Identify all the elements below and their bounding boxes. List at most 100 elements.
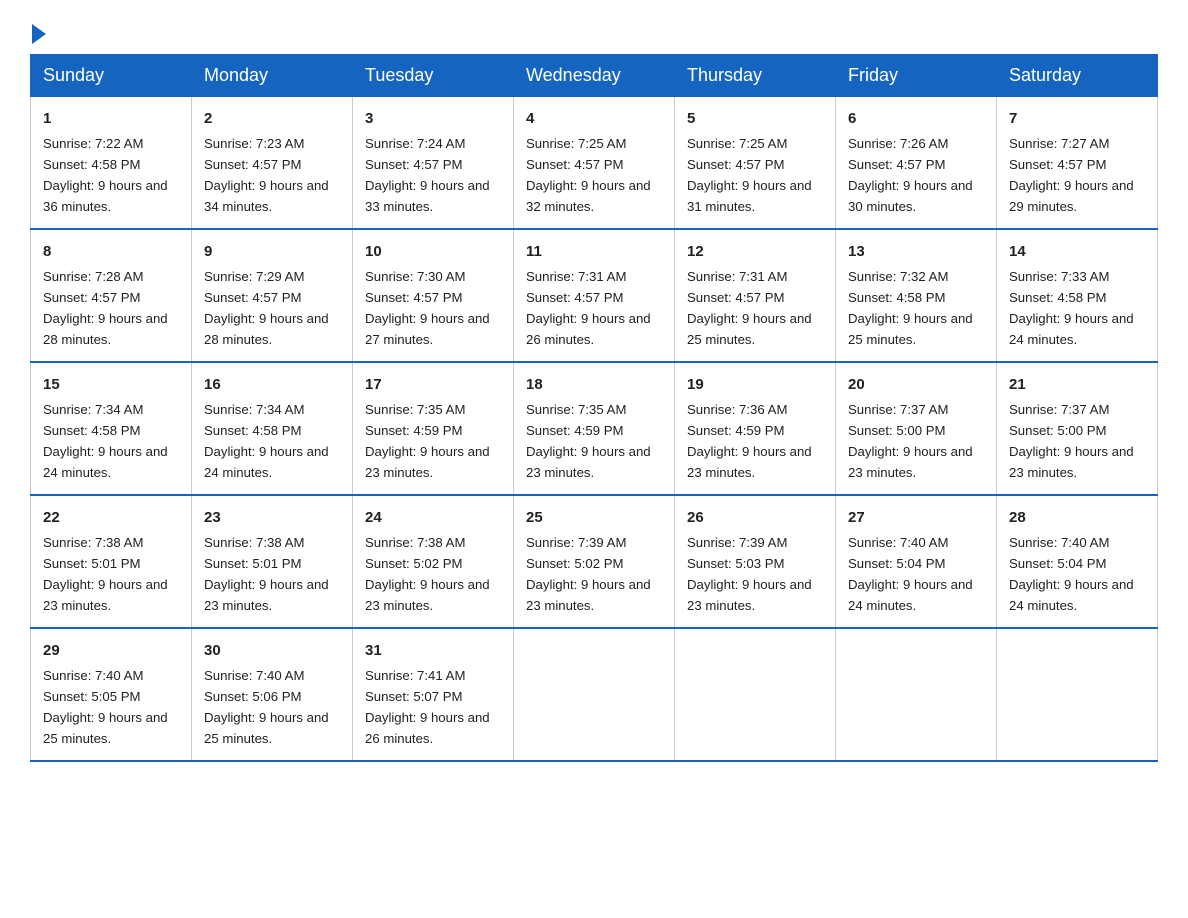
calendar-week-row: 15 Sunrise: 7:34 AMSunset: 4:58 PMDaylig… bbox=[31, 362, 1158, 495]
weekday-header-tuesday: Tuesday bbox=[353, 55, 514, 97]
day-number: 6 bbox=[848, 107, 984, 130]
day-number: 9 bbox=[204, 240, 340, 263]
day-number: 22 bbox=[43, 506, 179, 529]
day-number: 20 bbox=[848, 373, 984, 396]
day-number: 28 bbox=[1009, 506, 1145, 529]
day-number: 31 bbox=[365, 639, 501, 662]
calendar-cell: 9 Sunrise: 7:29 AMSunset: 4:57 PMDayligh… bbox=[192, 229, 353, 362]
calendar-cell: 18 Sunrise: 7:35 AMSunset: 4:59 PMDaylig… bbox=[514, 362, 675, 495]
weekday-header-thursday: Thursday bbox=[675, 55, 836, 97]
calendar-cell: 22 Sunrise: 7:38 AMSunset: 5:01 PMDaylig… bbox=[31, 495, 192, 628]
day-info: Sunrise: 7:39 AMSunset: 5:02 PMDaylight:… bbox=[526, 535, 651, 613]
day-info: Sunrise: 7:31 AMSunset: 4:57 PMDaylight:… bbox=[687, 269, 812, 347]
calendar-cell: 20 Sunrise: 7:37 AMSunset: 5:00 PMDaylig… bbox=[836, 362, 997, 495]
day-info: Sunrise: 7:26 AMSunset: 4:57 PMDaylight:… bbox=[848, 136, 973, 214]
day-info: Sunrise: 7:27 AMSunset: 4:57 PMDaylight:… bbox=[1009, 136, 1134, 214]
calendar-cell: 14 Sunrise: 7:33 AMSunset: 4:58 PMDaylig… bbox=[997, 229, 1158, 362]
calendar-cell: 11 Sunrise: 7:31 AMSunset: 4:57 PMDaylig… bbox=[514, 229, 675, 362]
calendar-week-row: 22 Sunrise: 7:38 AMSunset: 5:01 PMDaylig… bbox=[31, 495, 1158, 628]
day-info: Sunrise: 7:24 AMSunset: 4:57 PMDaylight:… bbox=[365, 136, 490, 214]
calendar-cell: 23 Sunrise: 7:38 AMSunset: 5:01 PMDaylig… bbox=[192, 495, 353, 628]
day-info: Sunrise: 7:38 AMSunset: 5:02 PMDaylight:… bbox=[365, 535, 490, 613]
day-info: Sunrise: 7:35 AMSunset: 4:59 PMDaylight:… bbox=[365, 402, 490, 480]
day-number: 8 bbox=[43, 240, 179, 263]
day-number: 19 bbox=[687, 373, 823, 396]
day-info: Sunrise: 7:37 AMSunset: 5:00 PMDaylight:… bbox=[1009, 402, 1134, 480]
page-header bbox=[30, 20, 1158, 44]
day-info: Sunrise: 7:40 AMSunset: 5:06 PMDaylight:… bbox=[204, 668, 329, 746]
weekday-header-friday: Friday bbox=[836, 55, 997, 97]
day-number: 24 bbox=[365, 506, 501, 529]
logo-flag-icon bbox=[32, 24, 46, 44]
calendar-cell bbox=[514, 628, 675, 761]
calendar-cell: 27 Sunrise: 7:40 AMSunset: 5:04 PMDaylig… bbox=[836, 495, 997, 628]
day-number: 29 bbox=[43, 639, 179, 662]
calendar-cell: 5 Sunrise: 7:25 AMSunset: 4:57 PMDayligh… bbox=[675, 97, 836, 229]
day-number: 11 bbox=[526, 240, 662, 263]
day-info: Sunrise: 7:30 AMSunset: 4:57 PMDaylight:… bbox=[365, 269, 490, 347]
calendar-table: SundayMondayTuesdayWednesdayThursdayFrid… bbox=[30, 54, 1158, 762]
day-number: 10 bbox=[365, 240, 501, 263]
day-number: 15 bbox=[43, 373, 179, 396]
day-info: Sunrise: 7:31 AMSunset: 4:57 PMDaylight:… bbox=[526, 269, 651, 347]
day-info: Sunrise: 7:33 AMSunset: 4:58 PMDaylight:… bbox=[1009, 269, 1134, 347]
day-number: 2 bbox=[204, 107, 340, 130]
day-number: 21 bbox=[1009, 373, 1145, 396]
day-number: 4 bbox=[526, 107, 662, 130]
calendar-cell: 31 Sunrise: 7:41 AMSunset: 5:07 PMDaylig… bbox=[353, 628, 514, 761]
calendar-cell: 2 Sunrise: 7:23 AMSunset: 4:57 PMDayligh… bbox=[192, 97, 353, 229]
day-info: Sunrise: 7:40 AMSunset: 5:04 PMDaylight:… bbox=[848, 535, 973, 613]
day-number: 25 bbox=[526, 506, 662, 529]
calendar-cell: 28 Sunrise: 7:40 AMSunset: 5:04 PMDaylig… bbox=[997, 495, 1158, 628]
calendar-cell: 24 Sunrise: 7:38 AMSunset: 5:02 PMDaylig… bbox=[353, 495, 514, 628]
day-number: 26 bbox=[687, 506, 823, 529]
day-number: 18 bbox=[526, 373, 662, 396]
calendar-cell: 12 Sunrise: 7:31 AMSunset: 4:57 PMDaylig… bbox=[675, 229, 836, 362]
day-number: 27 bbox=[848, 506, 984, 529]
calendar-cell: 21 Sunrise: 7:37 AMSunset: 5:00 PMDaylig… bbox=[997, 362, 1158, 495]
calendar-cell: 29 Sunrise: 7:40 AMSunset: 5:05 PMDaylig… bbox=[31, 628, 192, 761]
calendar-week-row: 8 Sunrise: 7:28 AMSunset: 4:57 PMDayligh… bbox=[31, 229, 1158, 362]
day-info: Sunrise: 7:40 AMSunset: 5:05 PMDaylight:… bbox=[43, 668, 168, 746]
day-info: Sunrise: 7:34 AMSunset: 4:58 PMDaylight:… bbox=[204, 402, 329, 480]
day-number: 23 bbox=[204, 506, 340, 529]
calendar-cell: 3 Sunrise: 7:24 AMSunset: 4:57 PMDayligh… bbox=[353, 97, 514, 229]
day-number: 17 bbox=[365, 373, 501, 396]
day-info: Sunrise: 7:38 AMSunset: 5:01 PMDaylight:… bbox=[43, 535, 168, 613]
day-info: Sunrise: 7:40 AMSunset: 5:04 PMDaylight:… bbox=[1009, 535, 1134, 613]
day-number: 5 bbox=[687, 107, 823, 130]
calendar-cell: 7 Sunrise: 7:27 AMSunset: 4:57 PMDayligh… bbox=[997, 97, 1158, 229]
day-info: Sunrise: 7:29 AMSunset: 4:57 PMDaylight:… bbox=[204, 269, 329, 347]
calendar-cell: 30 Sunrise: 7:40 AMSunset: 5:06 PMDaylig… bbox=[192, 628, 353, 761]
calendar-cell: 6 Sunrise: 7:26 AMSunset: 4:57 PMDayligh… bbox=[836, 97, 997, 229]
calendar-cell: 4 Sunrise: 7:25 AMSunset: 4:57 PMDayligh… bbox=[514, 97, 675, 229]
day-number: 16 bbox=[204, 373, 340, 396]
calendar-week-row: 1 Sunrise: 7:22 AMSunset: 4:58 PMDayligh… bbox=[31, 97, 1158, 229]
day-info: Sunrise: 7:25 AMSunset: 4:57 PMDaylight:… bbox=[526, 136, 651, 214]
day-number: 3 bbox=[365, 107, 501, 130]
day-info: Sunrise: 7:25 AMSunset: 4:57 PMDaylight:… bbox=[687, 136, 812, 214]
calendar-cell: 19 Sunrise: 7:36 AMSunset: 4:59 PMDaylig… bbox=[675, 362, 836, 495]
weekday-header-monday: Monday bbox=[192, 55, 353, 97]
calendar-cell: 1 Sunrise: 7:22 AMSunset: 4:58 PMDayligh… bbox=[31, 97, 192, 229]
day-number: 12 bbox=[687, 240, 823, 263]
weekday-header-saturday: Saturday bbox=[997, 55, 1158, 97]
calendar-cell: 10 Sunrise: 7:30 AMSunset: 4:57 PMDaylig… bbox=[353, 229, 514, 362]
calendar-cell: 16 Sunrise: 7:34 AMSunset: 4:58 PMDaylig… bbox=[192, 362, 353, 495]
calendar-week-row: 29 Sunrise: 7:40 AMSunset: 5:05 PMDaylig… bbox=[31, 628, 1158, 761]
calendar-cell bbox=[675, 628, 836, 761]
calendar-cell: 15 Sunrise: 7:34 AMSunset: 4:58 PMDaylig… bbox=[31, 362, 192, 495]
calendar-cell bbox=[997, 628, 1158, 761]
day-info: Sunrise: 7:34 AMSunset: 4:58 PMDaylight:… bbox=[43, 402, 168, 480]
day-info: Sunrise: 7:22 AMSunset: 4:58 PMDaylight:… bbox=[43, 136, 168, 214]
calendar-cell: 26 Sunrise: 7:39 AMSunset: 5:03 PMDaylig… bbox=[675, 495, 836, 628]
logo bbox=[30, 20, 46, 44]
day-info: Sunrise: 7:37 AMSunset: 5:00 PMDaylight:… bbox=[848, 402, 973, 480]
weekday-header-row: SundayMondayTuesdayWednesdayThursdayFrid… bbox=[31, 55, 1158, 97]
calendar-cell: 17 Sunrise: 7:35 AMSunset: 4:59 PMDaylig… bbox=[353, 362, 514, 495]
weekday-header-wednesday: Wednesday bbox=[514, 55, 675, 97]
day-info: Sunrise: 7:28 AMSunset: 4:57 PMDaylight:… bbox=[43, 269, 168, 347]
calendar-cell: 8 Sunrise: 7:28 AMSunset: 4:57 PMDayligh… bbox=[31, 229, 192, 362]
calendar-cell: 13 Sunrise: 7:32 AMSunset: 4:58 PMDaylig… bbox=[836, 229, 997, 362]
day-info: Sunrise: 7:23 AMSunset: 4:57 PMDaylight:… bbox=[204, 136, 329, 214]
